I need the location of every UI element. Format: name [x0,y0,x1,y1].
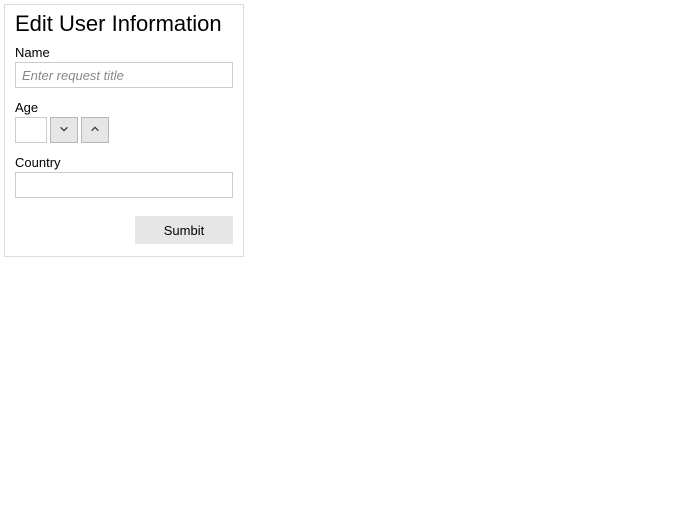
country-field: Country [15,155,233,198]
age-spinner [15,117,233,143]
age-decrement-button[interactable] [50,117,78,143]
name-field: Name [15,45,233,88]
age-field: Age [15,100,233,143]
age-label: Age [15,100,233,115]
action-row: Sumbit [15,216,233,244]
edit-user-panel: Edit User Information Name Age Country S… [4,4,244,257]
name-input[interactable] [15,62,233,88]
country-input[interactable] [15,172,233,198]
name-label: Name [15,45,233,60]
chevron-up-icon [90,121,100,139]
submit-button[interactable]: Sumbit [135,216,233,244]
panel-title: Edit User Information [15,11,233,37]
country-label: Country [15,155,233,170]
age-increment-button[interactable] [81,117,109,143]
age-input[interactable] [15,117,47,143]
chevron-down-icon [59,121,69,139]
